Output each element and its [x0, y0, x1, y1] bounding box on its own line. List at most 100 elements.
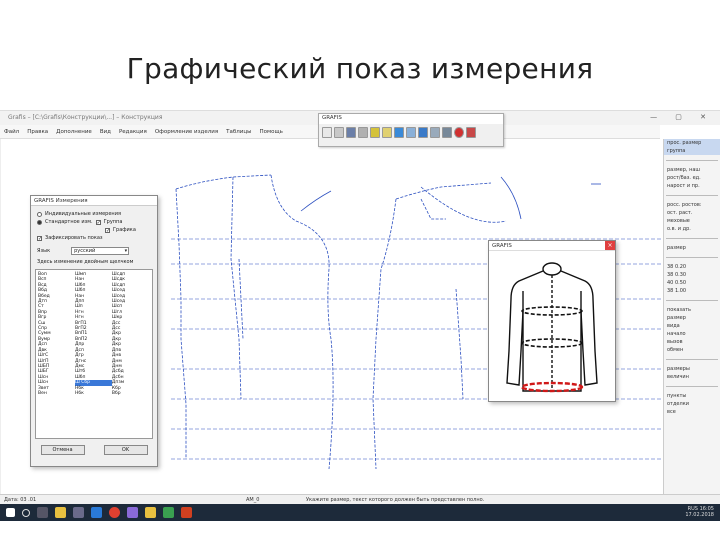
rp-size-label[interactable]: размер, наш [664, 166, 720, 174]
list-item[interactable]: Вен [38, 391, 75, 396]
group-checkbox-label: Группа [103, 219, 123, 225]
grafis-toolbar: GRAFIS [318, 113, 504, 147]
rp-show-call[interactable]: вызов [664, 338, 720, 346]
system-tray[interactable]: RUS 16:05 17.02.2018 [685, 506, 714, 518]
option-individual-label: Индивидуальные измерения [45, 211, 121, 217]
rp-all[interactable]: все [664, 408, 720, 416]
graphic-row[interactable]: ✓ Графика [31, 226, 157, 234]
grafis-app-icon[interactable] [163, 507, 174, 518]
language-select[interactable]: русский ▾ [71, 247, 130, 255]
open-icon[interactable] [334, 127, 344, 138]
rp-show-size[interactable]: размер [664, 314, 720, 322]
rp-show-view[interactable]: вида [664, 322, 720, 330]
rp-divider [666, 359, 718, 360]
rp-size-row[interactable]: 38 1.00 [664, 287, 720, 295]
list-item[interactable]: Нбк [75, 391, 112, 396]
rp-size[interactable]: размер [664, 244, 720, 252]
checkbox-checked-icon[interactable]: ✓ [95, 219, 101, 225]
explorer-icon[interactable] [55, 507, 66, 518]
tray-date: 17.02.2018 [685, 512, 714, 518]
folder-icon[interactable] [145, 507, 156, 518]
rp-base-size[interactable]: прос. размер [664, 139, 720, 147]
measure-icon[interactable] [370, 127, 380, 138]
measurements-dialog: GRAFIS Измерения Индивидуальные измерени… [30, 195, 158, 467]
rp-divider [666, 195, 718, 196]
rp-size-row[interactable]: 38 0.30 [664, 271, 720, 279]
menu-redaction[interactable]: Редакция [119, 125, 147, 138]
scale-icon[interactable] [406, 127, 416, 138]
language-label: Язык [37, 248, 51, 254]
menu-tables[interactable]: Таблицы [226, 125, 251, 138]
menu-edit[interactable]: Правка [27, 125, 48, 138]
menu-file[interactable]: Файл [4, 125, 19, 138]
rp-show[interactable]: показать [664, 306, 720, 314]
rp-size-row[interactable]: 40 0.50 [664, 279, 720, 287]
close-icon[interactable]: × [605, 241, 615, 250]
list-item[interactable]: Вбр [112, 391, 149, 396]
rp-points[interactable]: пункты [664, 392, 720, 400]
app-icon[interactable] [127, 507, 138, 518]
rp-size-row[interactable]: 38 0.20 [664, 263, 720, 271]
window-title-text: Grafis – [C:\Grafis\Конструкции\...] – К… [8, 114, 163, 121]
config-icon[interactable] [418, 127, 428, 138]
exit-icon[interactable] [466, 127, 476, 138]
option-standard[interactable]: Стандартное изм. ✓ Группа [31, 218, 157, 226]
radio-icon[interactable] [37, 211, 42, 217]
option-individual[interactable]: Индивидуальные измерения [31, 210, 157, 218]
rp-finishing[interactable]: отделки [664, 400, 720, 408]
zoom-icon[interactable] [394, 127, 404, 138]
store-icon[interactable] [73, 507, 84, 518]
rp-divider [666, 238, 718, 239]
dialog-buttons: Отмена OK [31, 445, 157, 455]
list-column: Шмп Нан Шбп Шбп Нан Дпп Шп Нгн Нгн ВгП1 ВгП2 ВпП1 Вп… [74, 272, 112, 396]
chrome-icon[interactable] [109, 507, 120, 518]
checkbox-checked-icon[interactable]: ✓ [105, 227, 110, 233]
hint: Здесь изменение двойным щелчком [37, 259, 134, 265]
rp-growth-label[interactable]: рост/баз. ед. [664, 174, 720, 182]
new-file-icon[interactable] [322, 127, 332, 138]
menu-addition[interactable]: Дополнение [56, 125, 92, 138]
language-value: русский [74, 248, 96, 254]
cancel-button[interactable]: Отмена [40, 445, 85, 455]
option-standard-label: Стандартное изм. [45, 219, 93, 225]
jacket-figure [506, 262, 598, 393]
rp-fur[interactable]: меховые [664, 217, 720, 225]
print-icon[interactable] [358, 127, 368, 138]
window-controls[interactable]: — ▢ ✕ [650, 113, 714, 121]
rp-rest[interactable]: ост. раст. [664, 209, 720, 217]
rp-dimensions[interactable]: размеры [664, 365, 720, 373]
rp-divider [666, 386, 718, 387]
list-column: Воп Всп Вcд Вбд Вбед Дтп Ст Впр Вгр Сш Спр Сумм Вумр… [38, 272, 75, 396]
rp-other[interactable]: о.в. и др. [664, 225, 720, 233]
menu-help[interactable]: Помощь [259, 125, 282, 138]
checkbox-checked-icon[interactable]: ✓ [37, 235, 42, 241]
stop-icon[interactable] [454, 127, 464, 138]
ok-button[interactable]: OK [103, 445, 148, 455]
measurement-list[interactable]: Воп Всп Вcд Вбд Вбед Дтп Ст Впр Вгр Сш Спр Сумм Вумр… [35, 269, 153, 439]
menu-view[interactable]: Вид [100, 125, 111, 138]
status-message: Укажите размер, текст которого должен бы… [306, 497, 485, 503]
rp-growth-extra[interactable]: нарост и пр. [664, 182, 720, 190]
task-view-icon[interactable] [37, 507, 48, 518]
windows-taskbar: RUS 16:05 17.02.2018 [0, 504, 720, 521]
toolbar-title: GRAFIS [319, 114, 503, 124]
graphic-dialog-title: GRAFIS × [489, 241, 615, 251]
grid-icon[interactable] [442, 127, 452, 138]
save-icon[interactable] [346, 127, 356, 138]
powerpoint-icon[interactable] [181, 507, 192, 518]
ruler-icon[interactable] [382, 127, 392, 138]
menu-design[interactable]: Оформление изделия [155, 125, 218, 138]
layer-icon[interactable] [430, 127, 440, 138]
fix-row[interactable]: ✓ Зафиксировать показ [31, 234, 157, 242]
rp-group[interactable]: группа [664, 147, 720, 155]
status-left: Дата: 03 .01 [4, 497, 37, 503]
windows-start-icon[interactable] [6, 508, 15, 517]
radio-selected-icon[interactable] [37, 219, 42, 225]
rp-values[interactable]: величин [664, 373, 720, 381]
search-icon[interactable] [22, 508, 30, 517]
rp-show-start[interactable]: начало [664, 330, 720, 338]
rp-show-exchange[interactable]: обмен [664, 346, 720, 354]
graphic-checkbox-label: Графика [113, 227, 136, 233]
edge-icon[interactable] [91, 507, 102, 518]
rp-growth-table[interactable]: росс. ростов: [664, 201, 720, 209]
